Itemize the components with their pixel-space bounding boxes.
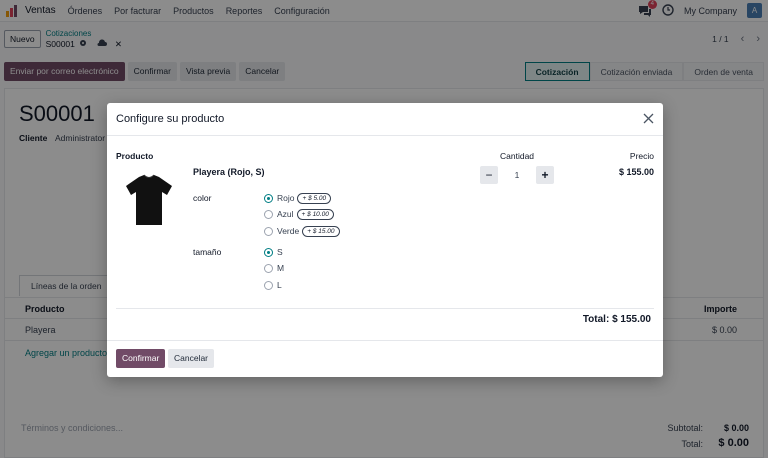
option-label: Verde xyxy=(277,226,300,236)
size-option-s[interactable]: S xyxy=(264,246,283,258)
quantity-input[interactable]: 1 xyxy=(498,170,536,180)
option-label: Azul xyxy=(277,209,294,219)
price-extra-badge: + $ 10.00 xyxy=(296,208,334,220)
color-option-azul[interactable]: Azul + $ 10.00 xyxy=(264,208,334,220)
attribute-size-label: tamaño xyxy=(193,247,222,257)
configure-product-dialog: Configure su producto Producto Cantidad … xyxy=(107,103,663,377)
option-label: S xyxy=(277,247,283,257)
price-extra-badge: + $ 5.00 xyxy=(297,192,332,204)
attribute-color-label: color xyxy=(193,193,212,203)
color-option-verde[interactable]: Verde + $ 15.00 xyxy=(264,225,340,237)
radio-icon[interactable] xyxy=(264,193,273,203)
radio-icon[interactable] xyxy=(264,226,273,236)
quantity-stepper: − 1 + xyxy=(480,166,554,184)
dialog-confirm-button[interactable]: Confirmar xyxy=(116,349,166,368)
divider xyxy=(116,308,654,309)
col-quantity-label: Cantidad xyxy=(500,151,535,161)
divider xyxy=(107,340,663,341)
col-price-label: Precio xyxy=(629,151,654,161)
option-label: L xyxy=(277,280,282,290)
dialog-header: Configure su producto xyxy=(107,103,663,136)
size-option-m[interactable]: M xyxy=(264,262,284,274)
radio-icon[interactable] xyxy=(264,280,273,290)
minus-icon[interactable]: − xyxy=(480,166,498,184)
product-price: $ 155.00 xyxy=(618,167,654,177)
dialog-cancel-button[interactable]: Cancelar xyxy=(168,349,215,368)
col-product-label: Producto xyxy=(116,151,154,161)
color-option-rojo[interactable]: Rojo + $ 5.00 xyxy=(264,192,332,204)
radio-icon[interactable] xyxy=(264,209,273,219)
dialog-title: Configure su producto xyxy=(116,113,225,125)
close-icon[interactable] xyxy=(642,112,655,125)
radio-icon[interactable] xyxy=(264,263,273,273)
option-label: Rojo xyxy=(277,193,295,203)
option-label: M xyxy=(277,263,285,273)
price-extra-badge: + $ 15.00 xyxy=(302,225,340,237)
dialog-total: Total: $ 155.00 xyxy=(582,314,651,325)
product-name: Playera (Rojo, S) xyxy=(193,167,265,177)
radio-icon[interactable] xyxy=(264,247,273,257)
tshirt-image xyxy=(126,174,172,225)
plus-icon[interactable]: + xyxy=(536,166,554,184)
size-option-l[interactable]: L xyxy=(264,279,282,291)
